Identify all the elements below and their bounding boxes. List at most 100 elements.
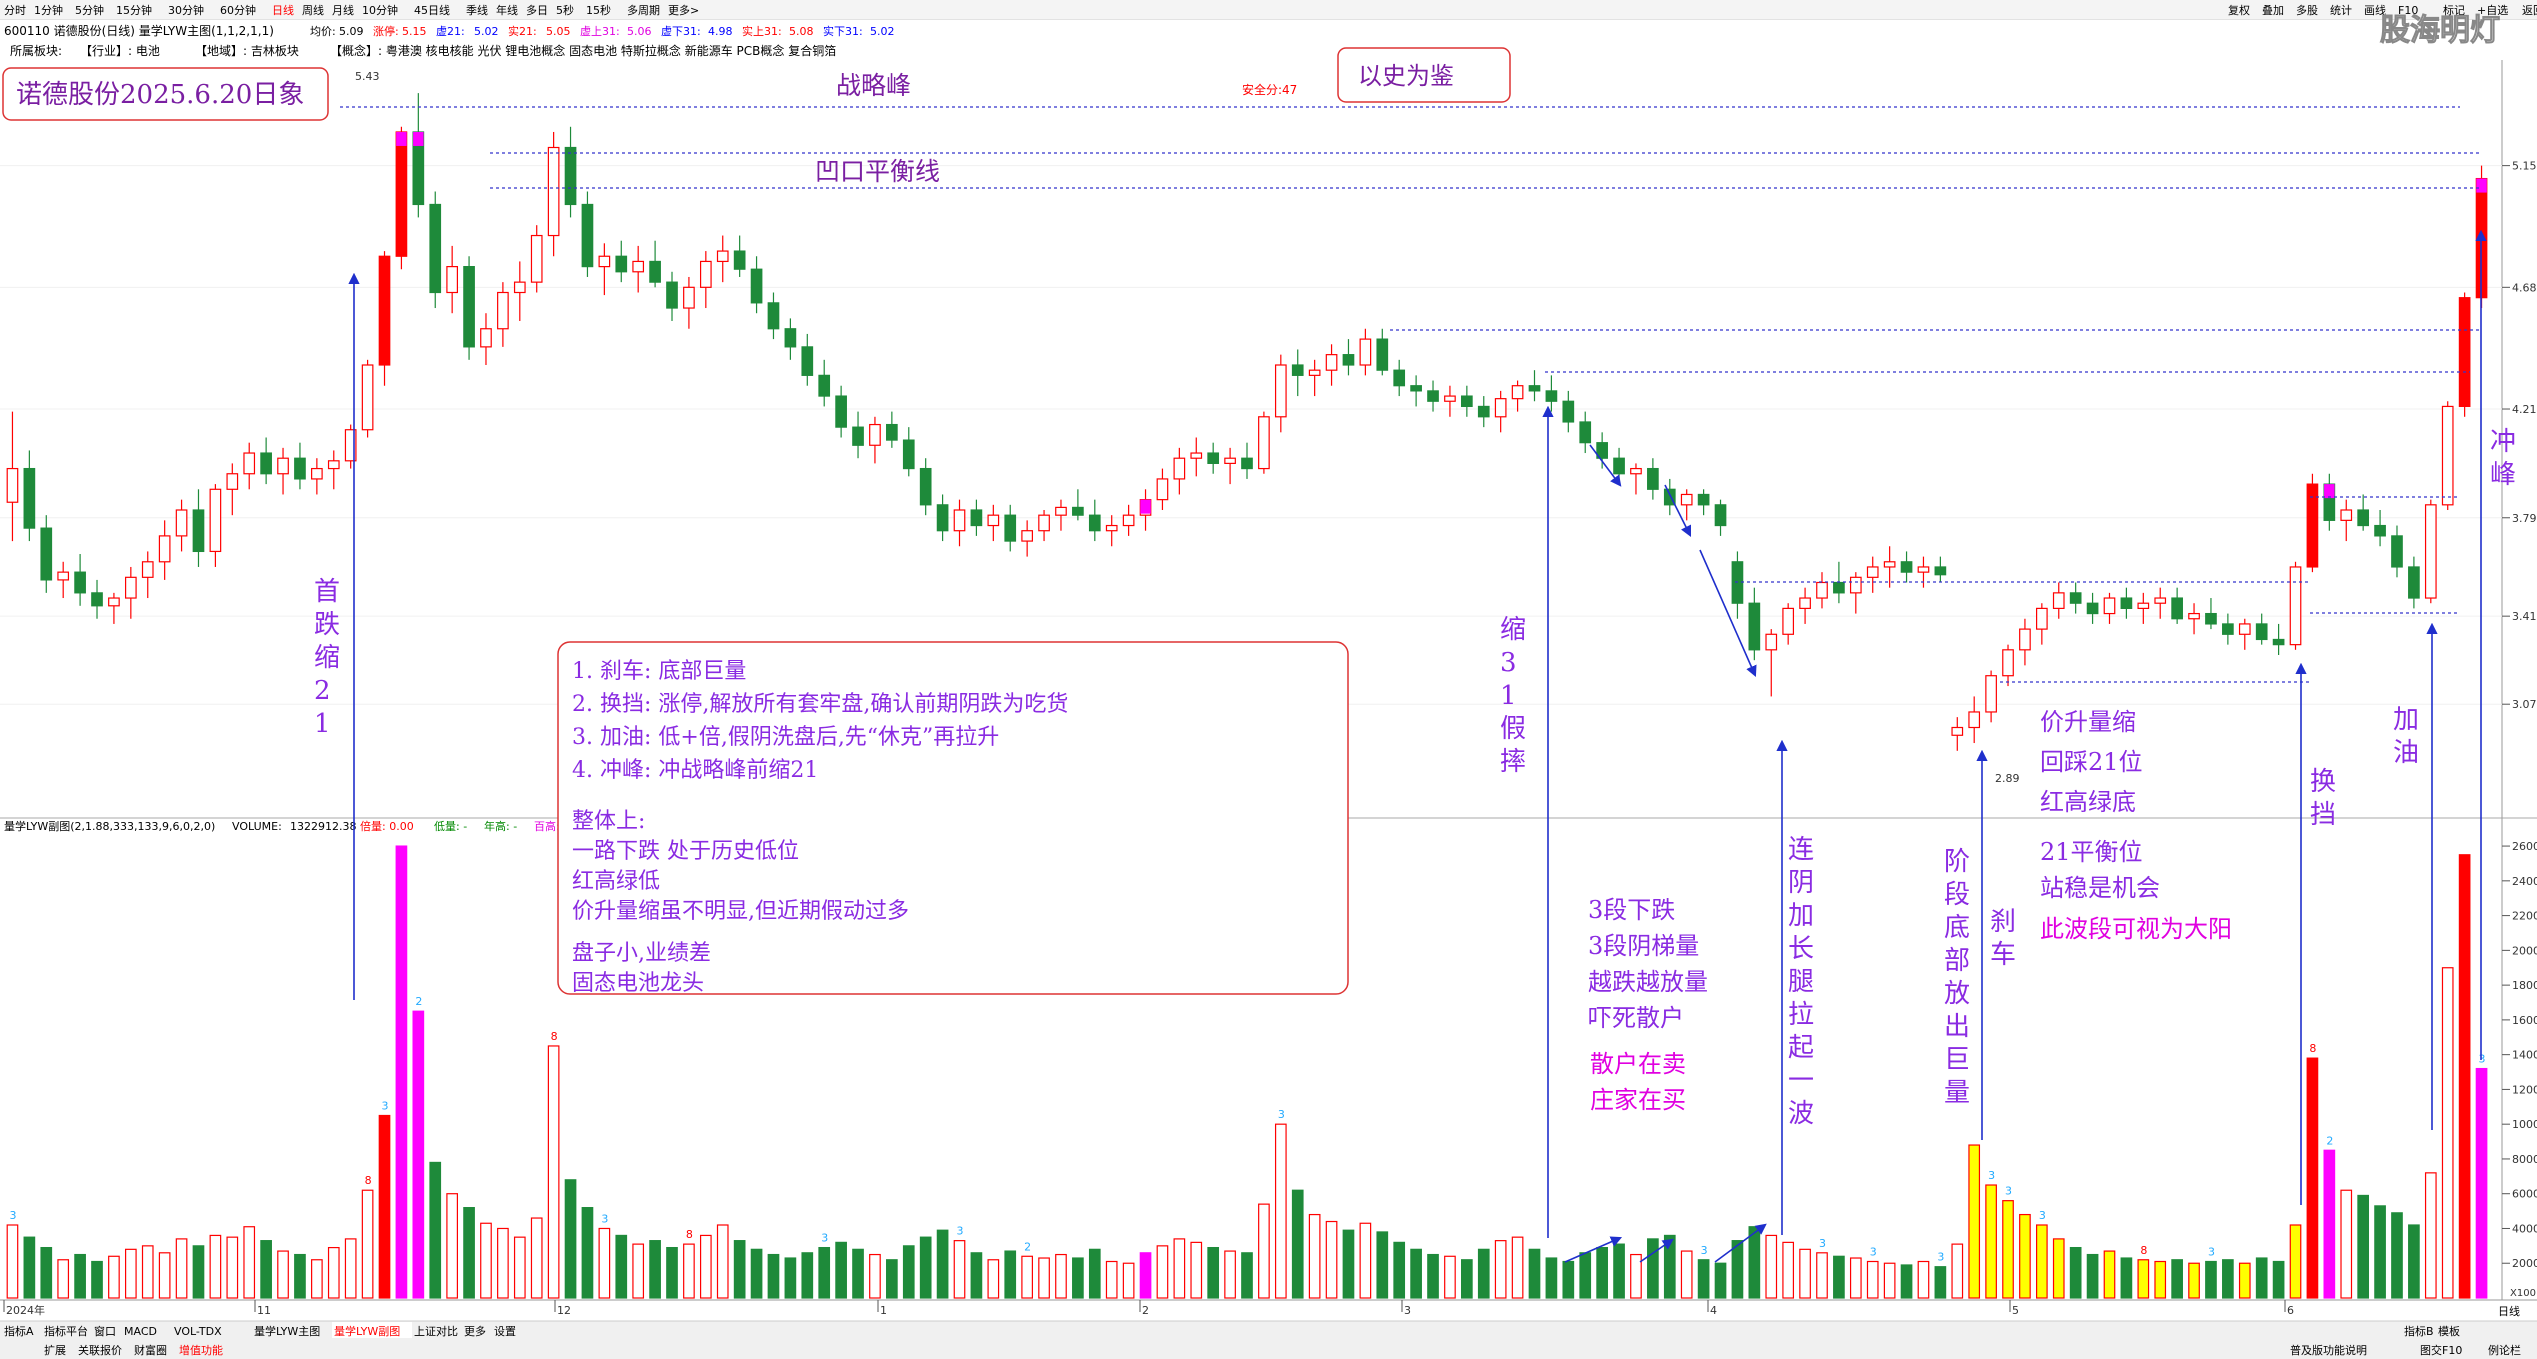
indicator-tab[interactable]: 指标平台 [44,1324,88,1338]
period-tab[interactable]: 5秒 [556,3,574,17]
three-down-notes: 3段下跌 3段阴梯量越跌越放量吓死散户 [1588,896,1708,1032]
volume-bar [2475,1067,2488,1299]
bottom-right-button[interactable]: 日线 [2498,1304,2520,1318]
period-tab[interactable]: 15秒 [586,3,611,17]
volume-bar [767,1253,780,1299]
period-tab[interactable]: 分时 [4,4,26,17]
volume-count-label: 3 [957,1225,964,1238]
note-line: 3段阴梯量 [1588,932,1699,960]
indicator-tab[interactable]: 指标A [4,1324,34,1338]
candle [2323,473,2336,531]
candle-body [2103,597,2116,615]
candle [1562,390,1575,433]
indicator-tab[interactable]: 更多 [464,1324,486,1338]
period-tab[interactable]: 多日 [526,3,548,17]
volume-bar [395,845,408,1299]
candle-body [327,460,340,470]
candle-body [2069,592,2082,604]
date-label: 2 [1142,1304,1149,1317]
period-tab[interactable]: 30分钟 [168,3,204,17]
indicator-tab[interactable]: 量学LYW副图 [334,1324,400,1338]
indicator-tab[interactable]: 上证对比 [414,1324,458,1338]
period-tab[interactable]: 季线 [466,3,488,17]
candle-body [2002,649,2014,677]
volume-count-label: 8 [551,1030,558,1043]
period-tab[interactable]: 多周期 [627,3,660,17]
indicator-tab[interactable]: 量学LYW主图 [254,1324,320,1338]
indicator-tab[interactable]: MACD [124,1325,157,1338]
volume-bar [2408,1224,2420,1299]
volume-bar [2289,1224,2302,1299]
period-tab[interactable]: 周线 [302,3,324,17]
volume-bar [2052,1238,2065,1299]
volume-extra: 低量: - [434,820,467,833]
toolbar-button[interactable]: 多股 [2296,3,2318,17]
candle [716,235,729,283]
extension-tab[interactable]: 扩展 [44,1343,66,1357]
candle-body [1393,369,1406,387]
candle-body [1799,597,1811,609]
bottom-right-button[interactable]: 模板 [2438,1324,2460,1338]
period-tab[interactable]: 15分钟 [116,3,152,17]
line21-notes: 21平衡位站稳是机会 [2040,838,2160,902]
indicator-tab[interactable]: 窗口 [94,1324,116,1338]
volume-bar [277,1250,289,1299]
period-tab[interactable]: 60分钟 [220,3,256,17]
candle [547,131,560,257]
indicator-label: 涨停: [373,24,399,38]
connect-yin-label: 连阴加长腿拉起一波 [1788,835,1814,1129]
candle-body [1528,385,1541,392]
candle-body [2408,566,2420,599]
vertical-text: 阶段底部放出巨量 [1944,847,1970,1108]
bottom-right-button[interactable]: 指标B [2404,1324,2434,1338]
candle [412,93,425,218]
period-tab[interactable]: 5分钟 [75,3,104,17]
price-tick-label: 4.68 [2512,281,2537,294]
extension-tab[interactable]: 增值功能 [179,1343,223,1357]
candle-body [446,266,458,294]
volume-bar [1883,1262,1896,1299]
shache-label: 刹车 [1990,907,2016,970]
period-tab[interactable]: 更多> [668,3,699,17]
candle [733,235,746,277]
period-tab[interactable]: 45日线 [414,3,450,17]
volume-count-label: 3 [1701,1244,1708,1257]
toolbar-button[interactable]: 复权 [2228,3,2250,17]
candle [74,554,86,606]
candle-body [2205,612,2217,625]
period-tab[interactable]: 1分钟 [34,3,63,17]
extension-tab[interactable]: 财富圈 [134,1343,167,1357]
candle-highlight [413,131,424,146]
candle [2458,292,2471,417]
chongfeng-label: 冲峰 [2490,427,2516,490]
candle [1427,380,1439,412]
indicator-tab[interactable]: VOL-TDX [174,1325,222,1338]
period-tab[interactable]: 日线 [272,3,294,17]
bottom-right-button[interactable]: 例论栏 [2488,1343,2521,1357]
period-tab[interactable]: 年线 [496,3,518,17]
extension-tab[interactable]: 关联报价 [78,1343,122,1357]
reference-lines [340,106,2480,683]
candle-body [1021,530,1033,542]
toolbar-button[interactable]: 叠加 [2262,4,2284,17]
candle [1528,370,1541,402]
toolbar-button[interactable]: 返回 [2522,4,2537,17]
summary-line: 红高绿低 [572,869,660,894]
candle-body [716,250,729,263]
candle-body [801,346,814,376]
period-tab[interactable]: 10分钟 [362,3,398,17]
volume-bar [1258,1203,1270,1299]
bottom-right-button[interactable]: 普及版功能说明 [2290,1343,2367,1357]
volume-bar [226,1236,239,1299]
bottom-right-button[interactable]: 图交F10 [2420,1343,2462,1357]
volume-indicator: 量学LYW副图(2,1.88,333,133,9,6,0,2,0) [4,819,215,833]
toolbar-button[interactable]: 统计 [2330,4,2352,17]
indicator-tab[interactable]: 设置 [494,1325,516,1338]
candle [40,515,53,593]
period-tab[interactable]: 月线 [332,3,354,17]
volume-count-label: 3 [821,1232,828,1245]
volume-bar [1461,1259,1473,1299]
indicator-tabs: 指标A 指标平台 窗口 MACD VOL-TDX 量学LYW主图 量学LYW副图 上证对比 更多… [4,1322,516,1338]
indicator-value: 5.05 [546,25,571,38]
candle [141,551,154,599]
